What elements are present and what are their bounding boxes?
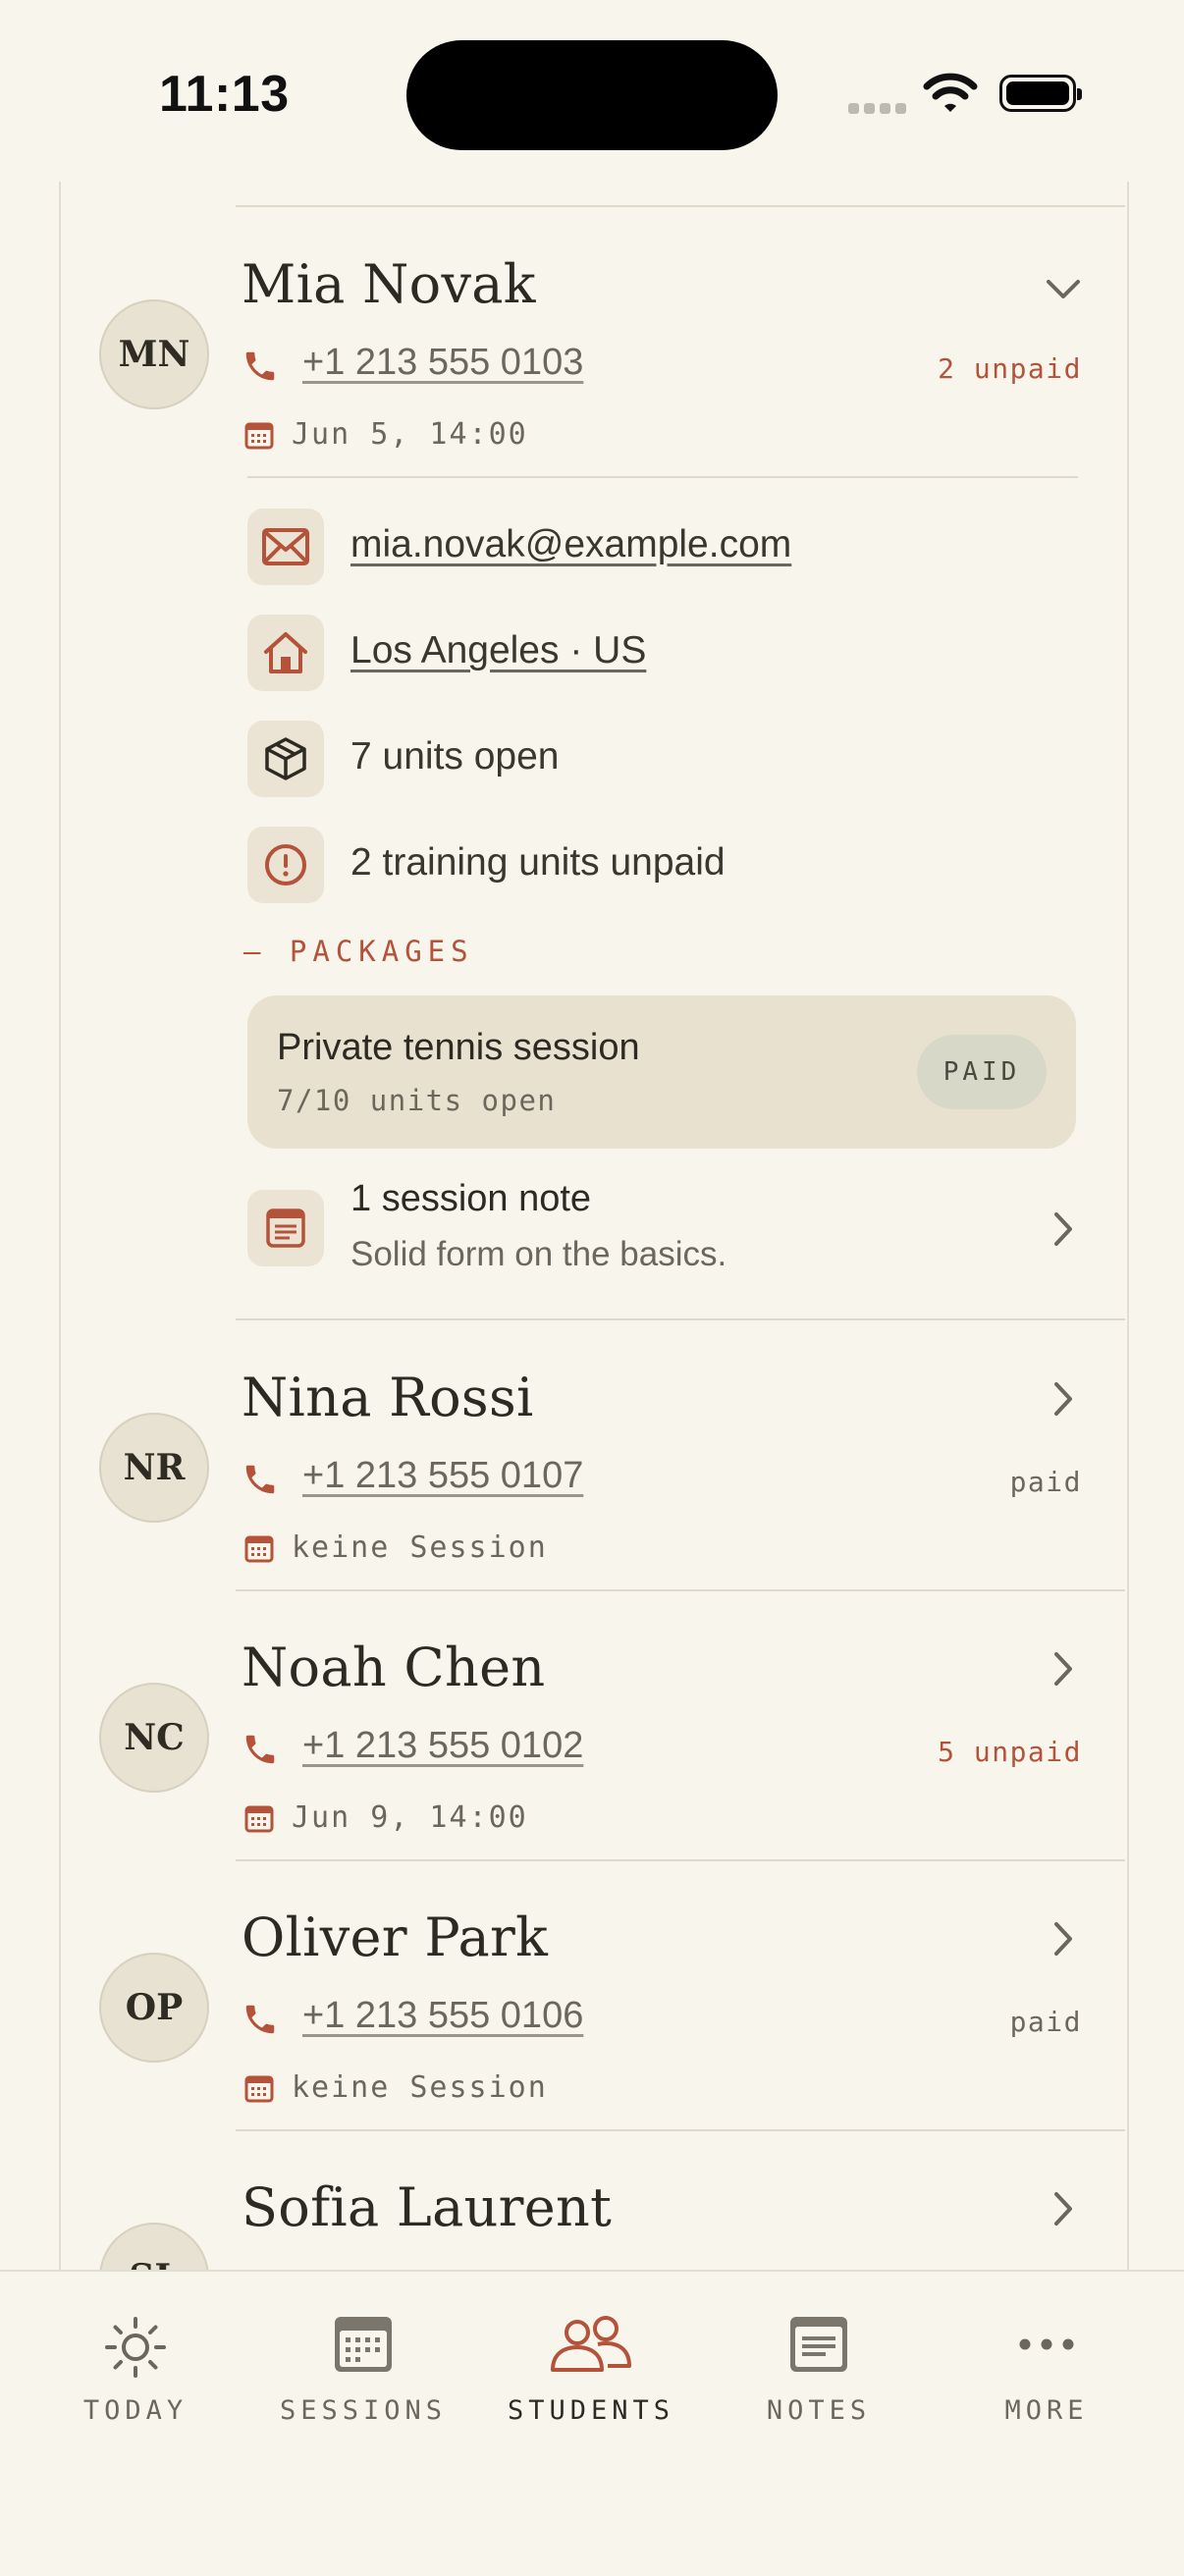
calendar-icon bbox=[243, 1802, 275, 1839]
payment-status: 5 unpaid bbox=[938, 1736, 1082, 1768]
calendar-icon bbox=[243, 2072, 275, 2109]
student-name: Oliver Park bbox=[242, 1906, 549, 1968]
package-status-badge: PAID bbox=[917, 1035, 1047, 1109]
next-session: keine Session bbox=[292, 1530, 548, 1565]
wifi-icon bbox=[923, 73, 978, 119]
next-session: Jun 9, 14:00 bbox=[292, 1800, 528, 1835]
email-link[interactable]: mia.novak@example.com bbox=[350, 523, 791, 566]
note-icon bbox=[788, 2315, 849, 2379]
chevron-right-icon[interactable] bbox=[1050, 1919, 1076, 1963]
calendar-icon bbox=[243, 419, 275, 456]
session-note-preview: Solid form on the basics. bbox=[350, 1235, 727, 1273]
people-icon bbox=[549, 2315, 633, 2379]
chevron-right-icon[interactable] bbox=[1050, 1209, 1076, 1254]
phone-icon bbox=[242, 2001, 279, 2043]
row-divider bbox=[236, 1589, 1125, 1591]
location-link[interactable]: Los Angeles · US bbox=[350, 629, 646, 672]
calendar-icon bbox=[243, 1532, 275, 1569]
student-name: Sofia Laurent bbox=[242, 2176, 613, 2238]
row-divider bbox=[236, 1859, 1125, 1861]
tab-label: STUDENTS bbox=[507, 2395, 675, 2426]
payment-status: paid bbox=[1009, 2006, 1082, 2038]
unpaid-units: 2 training units unpaid bbox=[350, 841, 726, 884]
avatar: NC bbox=[99, 1683, 209, 1793]
avatar: NR bbox=[99, 1413, 209, 1523]
tab-bar: TODAY SESSIONS STUDENTS NOTES MORE bbox=[0, 2270, 1184, 2576]
phone-link[interactable]: +1 213 555 0106 bbox=[302, 1995, 583, 2037]
tab-label: TODAY bbox=[82, 2395, 188, 2426]
tab-label: SESSIONS bbox=[279, 2395, 448, 2426]
status-time: 11:13 bbox=[159, 66, 290, 123]
home-icon bbox=[247, 615, 324, 691]
student-list bbox=[59, 182, 1129, 2273]
mail-icon bbox=[247, 509, 324, 585]
payment-status: paid bbox=[1009, 1466, 1082, 1498]
calendar-icon bbox=[333, 2315, 394, 2379]
chevron-right-icon[interactable] bbox=[1050, 1649, 1076, 1693]
dynamic-island bbox=[406, 40, 778, 150]
row-divider bbox=[236, 205, 1125, 207]
alert-icon bbox=[247, 827, 324, 903]
chevron-right-icon[interactable] bbox=[1050, 1379, 1076, 1423]
cellular-signal-icon bbox=[848, 101, 911, 119]
avatar: OP bbox=[99, 1953, 209, 2063]
tab-students[interactable]: STUDENTS bbox=[493, 2272, 689, 2468]
phone-icon bbox=[242, 1731, 279, 1773]
package-units: 7/10 units open bbox=[277, 1084, 557, 1117]
avatar: MN bbox=[99, 299, 209, 409]
phone-link[interactable]: +1 213 555 0102 bbox=[302, 1725, 583, 1767]
row-divider bbox=[236, 2129, 1125, 2131]
tab-more[interactable]: MORE bbox=[948, 2272, 1145, 2468]
package-card[interactable]: Private tennis session 7/10 units open P… bbox=[247, 995, 1076, 1149]
chevron-right-icon[interactable] bbox=[1050, 2189, 1076, 2233]
tab-label: MORE bbox=[1004, 2395, 1089, 2426]
phone-link[interactable]: +1 213 555 0103 bbox=[302, 342, 583, 384]
units-open: 7 units open bbox=[350, 735, 560, 778]
next-session: Jun 5, 14:00 bbox=[292, 417, 528, 452]
phone-icon bbox=[242, 348, 279, 390]
tab-sessions[interactable]: SESSIONS bbox=[265, 2272, 461, 2468]
details-divider bbox=[247, 476, 1078, 478]
tab-label: NOTES bbox=[766, 2395, 872, 2426]
battery-icon bbox=[999, 75, 1082, 112]
packages-section-label: — PACKAGES bbox=[243, 935, 474, 968]
box-icon bbox=[247, 721, 324, 797]
student-name: Nina Rossi bbox=[242, 1367, 534, 1428]
session-note-title[interactable]: 1 session note bbox=[350, 1178, 591, 1220]
student-name: Mia Novak bbox=[242, 253, 536, 315]
sun-icon bbox=[103, 2315, 168, 2385]
phone-link[interactable]: +1 213 555 0107 bbox=[302, 1455, 583, 1497]
more-dots-icon bbox=[1016, 2315, 1077, 2379]
package-title: Private tennis session bbox=[277, 1027, 640, 1068]
phone-icon bbox=[242, 1461, 279, 1503]
chevron-down-icon[interactable] bbox=[1045, 273, 1082, 309]
row-divider bbox=[236, 1318, 1125, 1320]
tab-notes[interactable]: NOTES bbox=[721, 2272, 917, 2468]
student-name: Noah Chen bbox=[242, 1637, 546, 1698]
next-session: keine Session bbox=[292, 2070, 548, 2105]
payment-status: 2 unpaid bbox=[938, 352, 1082, 385]
tab-today[interactable]: TODAY bbox=[37, 2272, 234, 2468]
status-bar: 11:13 bbox=[0, 0, 1184, 187]
note-icon bbox=[247, 1190, 324, 1266]
